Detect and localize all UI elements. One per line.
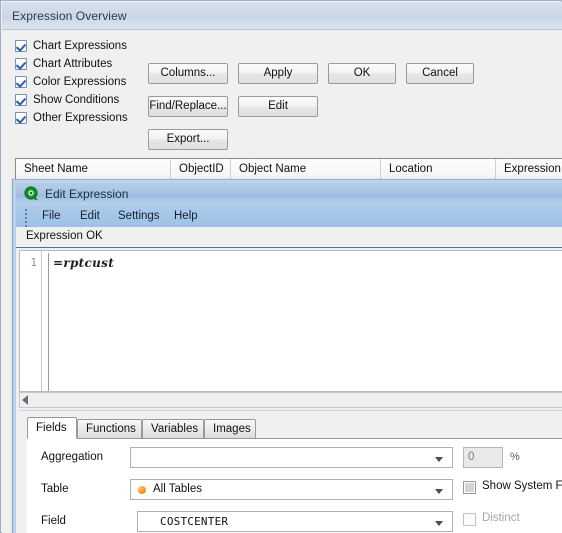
cancel-button[interactable]: Cancel xyxy=(406,63,474,84)
field-value: COSTCENTER xyxy=(160,515,229,528)
menu-item-file[interactable]: File xyxy=(36,207,67,225)
checkbox-color-expressions[interactable]: Color Expressions xyxy=(15,73,150,91)
menu-item-help[interactable]: Help xyxy=(168,207,204,225)
tab-images[interactable]: Images xyxy=(204,419,256,438)
checkbox-other-expressions[interactable]: Other Expressions xyxy=(15,109,150,127)
checkmark-icon[interactable] xyxy=(15,58,27,70)
export-button[interactable]: Export... xyxy=(148,129,228,150)
tab-strip: Fields Functions Variables Images xyxy=(27,417,562,439)
scroll-left-arrow-icon[interactable] xyxy=(22,395,28,405)
show-system-fields-label: Show System Fields xyxy=(482,480,562,492)
qlikview-logo-icon xyxy=(24,186,39,201)
percent-sign-label: % xyxy=(510,451,520,463)
checkbox-label: Other Expressions xyxy=(33,112,128,124)
edit-expression-title: Edit Expression xyxy=(45,187,129,201)
tab-fields[interactable]: Fields xyxy=(27,417,77,439)
checkbox-label: Show Conditions xyxy=(33,94,120,106)
chevron-down-icon[interactable] xyxy=(435,521,443,526)
editor-horizontal-scrollbar[interactable] xyxy=(19,392,562,408)
expression-editor[interactable]: 1 =rptcust xyxy=(19,250,562,392)
column-header-expression[interactable]: Expression xyxy=(496,159,562,179)
edit-expression-titlebar[interactable]: Edit Expression xyxy=(16,183,562,205)
checkbox-chart-attributes[interactable]: Chart Attributes xyxy=(15,55,150,73)
editor-gutter: 1 xyxy=(20,251,42,391)
checkmark-icon[interactable] xyxy=(15,112,27,124)
checkmark-icon[interactable] xyxy=(15,94,27,106)
percent-stepper[interactable]: 0 xyxy=(463,447,503,468)
expression-status-text: Expression OK xyxy=(26,230,103,242)
filter-checkbox-group: Chart Expressions Chart Attributes Color… xyxy=(15,37,150,127)
distinct-checkbox[interactable] xyxy=(463,513,476,526)
expression-code-line: =rptcust xyxy=(53,256,115,270)
checkmark-icon[interactable] xyxy=(15,76,27,88)
aggregation-dropdown[interactable] xyxy=(130,447,453,468)
column-header-sheet-name[interactable]: Sheet Name xyxy=(16,159,171,179)
checkbox-label: Chart Attributes xyxy=(33,58,113,70)
checkbox-show-conditions[interactable]: Show Conditions xyxy=(15,91,150,109)
all-tables-bullet-icon xyxy=(138,486,146,494)
table-label: Table xyxy=(41,483,69,495)
checkbox-label: Chart Expressions xyxy=(33,40,127,52)
edit-expression-window: Edit Expression File Edit Settings Help … xyxy=(12,179,562,533)
grid-header-row: Sheet Name ObjectID Object Name Location… xyxy=(16,159,562,180)
tab-variables[interactable]: Variables xyxy=(142,419,204,438)
show-system-fields-checkbox[interactable] xyxy=(463,481,476,494)
menu-item-settings[interactable]: Settings xyxy=(112,207,166,225)
find-replace-button[interactable]: Find/Replace... xyxy=(148,96,228,117)
column-header-object-name[interactable]: Object Name xyxy=(231,159,381,179)
columns-button[interactable]: Columns... xyxy=(148,63,228,84)
apply-button[interactable]: Apply xyxy=(238,63,318,84)
field-dropdown[interactable]: COSTCENTER xyxy=(137,511,453,532)
editor-caret xyxy=(48,253,49,391)
editor-divider xyxy=(19,410,562,411)
table-value: All Tables xyxy=(153,483,203,495)
tab-functions[interactable]: Functions xyxy=(77,419,142,438)
column-header-location[interactable]: Location xyxy=(381,159,496,179)
ok-button[interactable]: OK xyxy=(328,63,396,84)
distinct-label: Distinct xyxy=(482,512,520,524)
percent-value: 0 xyxy=(468,451,475,463)
aggregation-label: Aggregation xyxy=(41,451,104,463)
chevron-down-icon[interactable] xyxy=(435,457,443,462)
window-title: Expression Overview xyxy=(12,9,127,23)
expression-overview-titlebar: Expression Overview xyxy=(2,2,562,30)
menu-item-edit[interactable]: Edit xyxy=(74,207,106,225)
field-label: Field xyxy=(41,515,66,527)
edit-button[interactable]: Edit xyxy=(238,96,318,117)
column-header-object-id[interactable]: ObjectID xyxy=(171,159,231,179)
chevron-down-icon[interactable] xyxy=(435,489,443,494)
checkbox-label: Color Expressions xyxy=(33,76,127,88)
checkmark-icon[interactable] xyxy=(15,40,27,52)
checkbox-chart-expressions[interactable]: Chart Expressions xyxy=(15,37,150,55)
expression-status-bar: Expression OK xyxy=(16,227,562,248)
table-dropdown[interactable]: All Tables xyxy=(130,479,453,500)
screenshot-root: Expression Overview Chart Expressions Ch… xyxy=(0,0,562,533)
menu-grip-icon[interactable] xyxy=(25,209,28,227)
menu-bar: File Edit Settings Help xyxy=(16,205,562,227)
line-number: 1 xyxy=(30,256,37,269)
